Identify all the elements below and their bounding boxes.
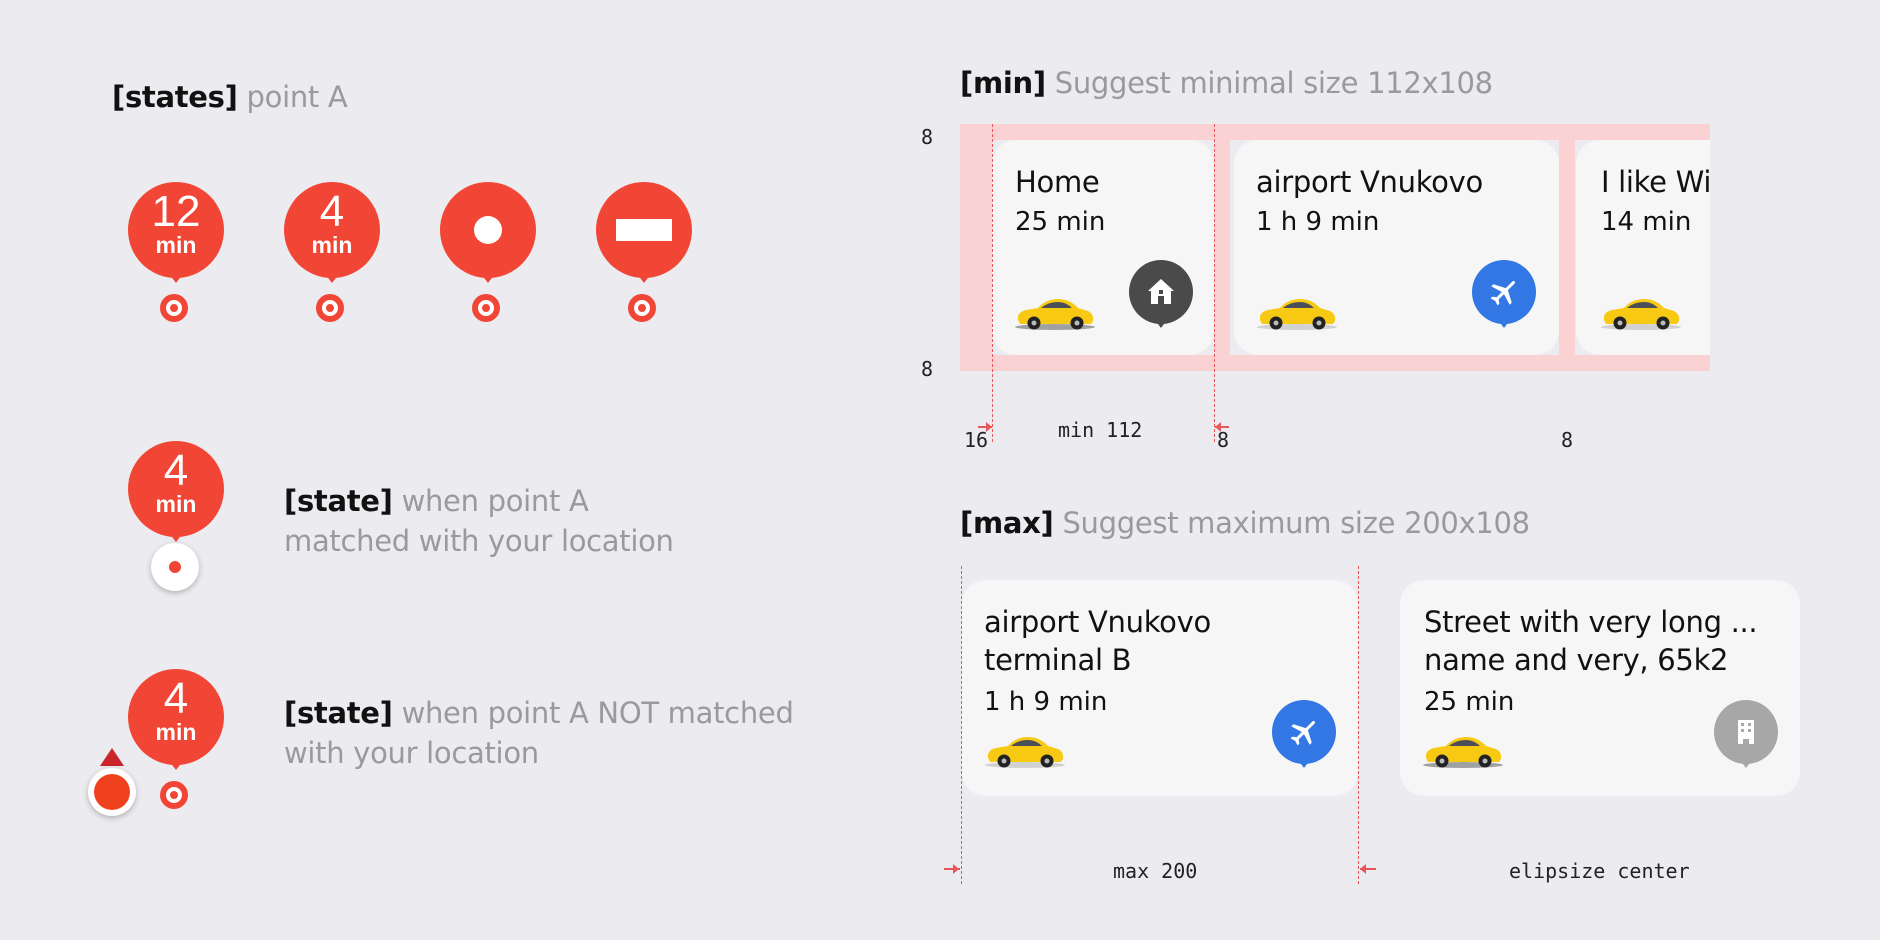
taxi-car-icon [985, 737, 1065, 768]
pin-unit: min [155, 232, 197, 258]
state-tag: [state] [284, 696, 393, 730]
pin-point-ring [160, 781, 188, 809]
pin-tail [166, 270, 186, 283]
card-title: Home [1015, 165, 1100, 199]
pin-point-ring [472, 294, 500, 322]
suggest-card-partial[interactable]: I like Wi 14 min [1576, 140, 1710, 355]
arrow-head [953, 864, 959, 874]
pin-not-matched-location: 4 min [126, 669, 226, 809]
airplane-icon [1472, 260, 1536, 328]
state-line2: matched with your location [284, 524, 674, 558]
taxi-car-icon [1601, 299, 1681, 330]
card-title: airport Vnukovo [1256, 165, 1483, 199]
min-heading-text: Suggest minimal size 112x108 [1054, 66, 1493, 100]
taxi-car-icon [1423, 737, 1503, 768]
pin-state-loading [438, 182, 538, 322]
pin-tail [166, 529, 186, 542]
left-padding-guide [960, 124, 992, 371]
card-time: 14 min [1601, 207, 1692, 237]
min-heading-tag: [min] [960, 66, 1046, 100]
pin-head [440, 182, 536, 278]
suggest-card-home[interactable]: Home 25 min [992, 140, 1214, 355]
pin-head: 12 min [128, 182, 224, 278]
pin-number: 12 [151, 187, 201, 236]
matched-state-description: [state] when point A matched with your l… [284, 481, 674, 561]
pin-state-unavailable [594, 182, 694, 322]
pin-number: 4 [319, 187, 345, 236]
card-time: 25 min [1424, 687, 1515, 717]
state-tag: [state] [284, 484, 393, 518]
pin-unit: min [155, 491, 197, 517]
pin-tail [478, 270, 498, 283]
card-time: 25 min [1015, 207, 1106, 237]
airplane-icon [1272, 700, 1336, 768]
pin-tail [322, 270, 342, 283]
user-location-arrow-icon [87, 748, 137, 828]
gap-guide-2 [1559, 124, 1575, 371]
card-title-line1: airport Vnukovo [984, 605, 1211, 639]
card-time: 1 h 9 min [1256, 207, 1380, 237]
card-title-line2: name and very, 65k2 [1424, 643, 1729, 677]
dim-max-label: max 200 [1113, 859, 1198, 883]
states-heading-text: point A [246, 80, 348, 114]
card-title: I like Wi [1601, 165, 1710, 199]
state-line1: when point A [401, 484, 589, 518]
dim-min-label: min 112 [1058, 418, 1143, 442]
dim-bottom-label: 8 [921, 357, 934, 381]
dot-icon [474, 216, 502, 244]
max-heading-text: Suggest maximum size 200x108 [1062, 506, 1530, 540]
suggest-card-airport[interactable]: airport Vnukovo 1 h 9 min [1234, 140, 1559, 355]
pin-head [596, 182, 692, 278]
user-location-marker [151, 543, 199, 591]
bottom-padding-guide [960, 355, 1710, 371]
pin-state-time-12: 12 min [126, 182, 226, 322]
guide-line-max-left [961, 566, 962, 884]
card-title-line2: terminal B [984, 643, 1132, 677]
arrow-head [1360, 864, 1366, 874]
pin-number: 4 [163, 674, 189, 723]
suggest-card-airport-terminal[interactable]: airport Vnukovo terminal B 1 h 9 min [962, 580, 1358, 796]
building-icon [1714, 700, 1778, 768]
taxi-car-icon [1015, 299, 1095, 330]
pin-head: 4 min [284, 182, 380, 278]
not-matched-state-description: [state] when point A NOT matched with yo… [284, 693, 794, 773]
dim-ellipsize-label: elipsize center [1509, 859, 1690, 883]
card-title-line1: Street with very long ... [1424, 605, 1758, 639]
pin-point-ring [628, 294, 656, 322]
pin-head: 4 min [128, 669, 224, 765]
max-heading-tag: [max] [960, 506, 1054, 540]
dim-gap1-label: 8 [1217, 428, 1230, 452]
pin-unit: min [311, 232, 353, 258]
dim-gap2-label: 8 [1561, 428, 1574, 452]
pin-tail [166, 757, 186, 770]
state-line1: when point A NOT matched [401, 696, 794, 730]
pin-point-ring [316, 294, 344, 322]
guide-line-left [992, 124, 993, 442]
guide-line-min [1214, 124, 1215, 442]
pin-tail [634, 270, 654, 283]
max-heading: [max] Suggest maximum size 200x108 [960, 506, 1530, 540]
dash-icon [616, 219, 672, 241]
states-heading: [states] point A [112, 80, 348, 114]
suggest-card-long-street[interactable]: Street with very long ... name and very,… [1400, 580, 1800, 796]
taxi-car-icon [1257, 299, 1337, 330]
card-time: 1 h 9 min [984, 687, 1108, 717]
gap-guide-1 [1214, 124, 1230, 371]
states-heading-tag: [states] [112, 80, 238, 114]
pin-unit: min [155, 719, 197, 745]
pin-number: 4 [163, 446, 189, 495]
guide-line-max-right [1358, 566, 1359, 884]
home-icon [1129, 260, 1193, 328]
dim-top-label: 8 [921, 125, 934, 149]
min-heading: [min] Suggest minimal size 112x108 [960, 66, 1493, 100]
dim-left-label: 16 [964, 428, 989, 452]
pin-head: 4 min [128, 441, 224, 537]
pin-state-time-4: 4 min [282, 182, 382, 322]
top-padding-guide [960, 124, 1710, 140]
pin-point-ring [160, 294, 188, 322]
state-line2: with your location [284, 736, 539, 770]
